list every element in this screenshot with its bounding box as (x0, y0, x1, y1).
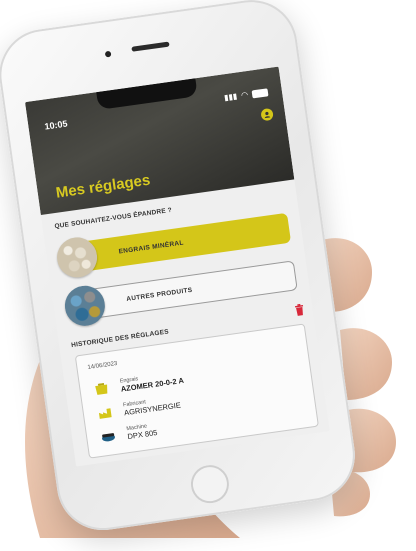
speaker-grille (131, 41, 170, 52)
page-title: Mes réglages (54, 171, 152, 202)
wifi-icon: ◠ (240, 90, 249, 100)
history-row-fertilizer: Engrais AZOMER 20-0-2 A (94, 370, 184, 397)
option-autres-produits[interactable]: AUTRES PRODUITS (62, 260, 298, 329)
history-date: 14/06/2023 (87, 360, 118, 372)
user-account-icon[interactable] (260, 107, 274, 122)
signal-icon: ▮▮▮ (223, 91, 238, 103)
other-products-thumbnail (62, 283, 108, 329)
phone-body: 10:05 ▮▮▮ ◠ Mes réglages QUE SOUHAITEZ-V… (0, 0, 361, 536)
history-entry-card[interactable]: 14/06/2023 Engrais AZOMER 20-0-2 A Fabri… (74, 323, 319, 459)
spreader-machine-icon (101, 432, 115, 441)
history-row-machine: Machine DPX 805 (100, 422, 158, 445)
status-time: 10:05 (43, 118, 69, 132)
front-camera (104, 50, 112, 58)
history-row-manufacturer: Fabricant AGRISYNERGIE (97, 395, 181, 421)
home-button[interactable] (188, 462, 232, 506)
option-label: AUTRES PRODUITS (125, 286, 193, 303)
app-header: 10:05 ▮▮▮ ◠ Mes réglages (24, 66, 295, 216)
factory-icon (98, 407, 112, 419)
fertilizer-bag-icon (95, 382, 108, 395)
option-label: ENGRAIS MINÉRAL (118, 238, 185, 256)
app-screen: 10:05 ▮▮▮ ◠ Mes réglages QUE SOUHAITEZ-V… (24, 66, 330, 467)
phone-device: 10:05 ▮▮▮ ◠ Mes réglages QUE SOUHAITEZ-V… (0, 0, 399, 551)
status-icons: ▮▮▮ ◠ (223, 88, 269, 103)
screen-notch (96, 78, 198, 110)
battery-icon (251, 88, 269, 99)
mineral-fertilizer-thumbnail (54, 234, 100, 281)
trash-icon[interactable] (294, 303, 306, 316)
